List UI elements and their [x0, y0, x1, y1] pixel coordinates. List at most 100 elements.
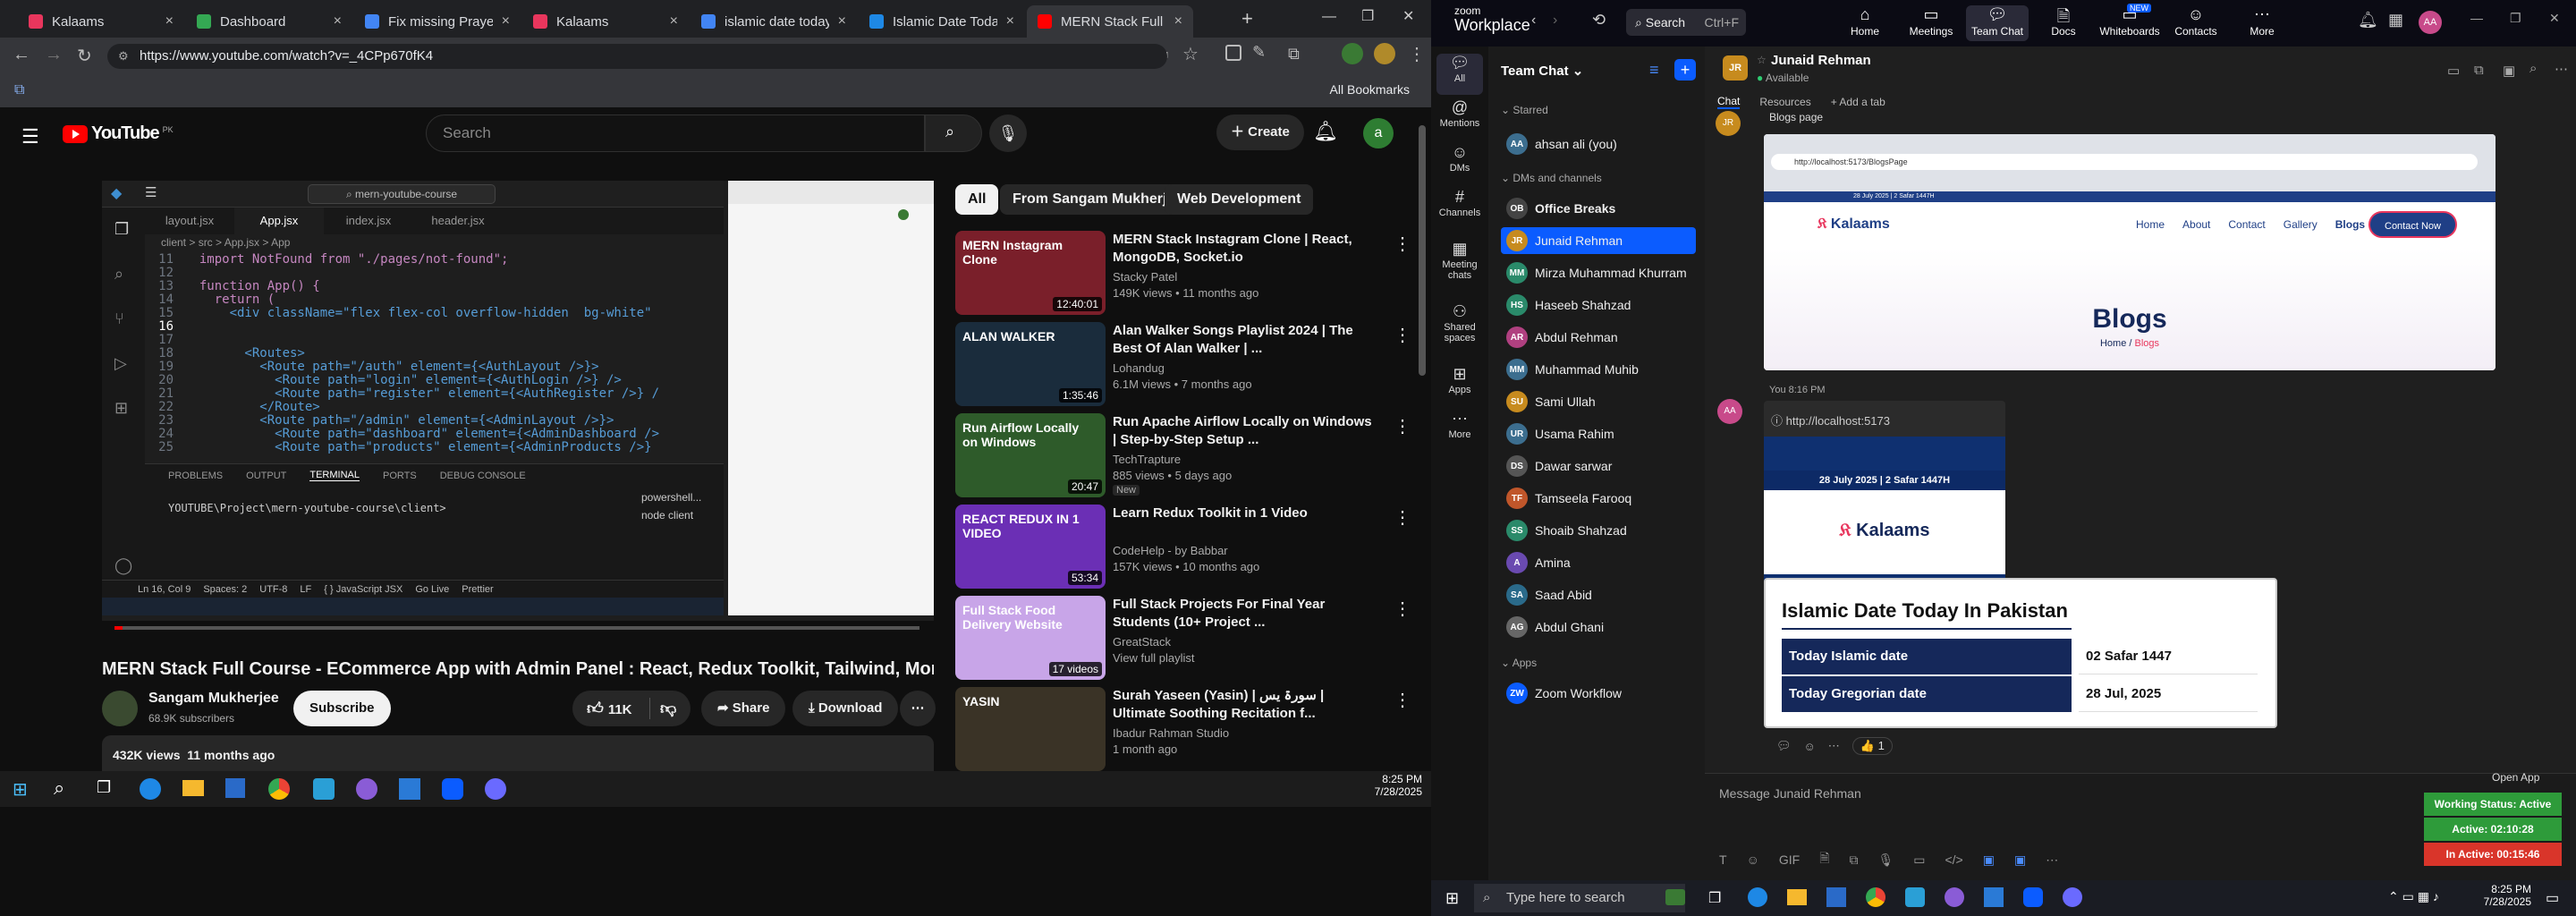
github-icon[interactable] — [356, 778, 377, 800]
chat-item[interactable]: AG Abdul Ghani — [1501, 614, 1696, 640]
description-box[interactable]: 432K views 11 months ago — [102, 735, 934, 771]
progress-track[interactable] — [114, 626, 919, 630]
panel-tab[interactable]: PORTS — [383, 471, 417, 481]
create-button[interactable]: ＋ Create — [1216, 114, 1304, 150]
mic-icon[interactable]: 🎙 — [1877, 852, 1894, 868]
app-icon[interactable] — [313, 778, 335, 800]
more-icon[interactable]: ⋮ — [1394, 506, 1411, 529]
tab-close-icon[interactable]: × — [1006, 13, 1014, 30]
status-item[interactable]: Ln 16, Col 9 — [138, 584, 191, 595]
channel-name[interactable]: Sangam Mukherjee — [148, 691, 279, 707]
screenshot-icon[interactable]: ⧉ — [1849, 852, 1858, 868]
emoji-icon[interactable]: ☺ — [1804, 740, 1816, 753]
editor-tab[interactable]: index.jsx — [324, 208, 413, 234]
tab-close-icon[interactable]: × — [1174, 13, 1182, 30]
chat-item[interactable]: ZW Zoom Workflow — [1501, 680, 1696, 707]
section-apps[interactable]: ⌄ Apps — [1501, 657, 1537, 669]
extensions-icon[interactable]: ⊞ — [114, 399, 128, 418]
zoom-icon[interactable] — [2023, 887, 2043, 907]
video-thumbnail[interactable]: MERN Instagram Clone 12:40:01 — [955, 231, 1106, 315]
vscode-search[interactable]: ⌕ mern-youtube-course — [308, 184, 496, 204]
share-button[interactable]: ➦ Share — [701, 691, 786, 726]
store-icon[interactable] — [225, 778, 245, 798]
forward-icon[interactable]: › — [1553, 13, 1557, 29]
search-icon[interactable]: ⌕ — [2529, 61, 2537, 76]
chrome-tab[interactable]: Kalaams × — [522, 5, 689, 38]
video-player[interactable]: ◆ ☰ ⌕ mern-youtube-course ❐ ⌕ ⑂ ▷ ⊞ ◯ ⚙ … — [102, 181, 934, 648]
more-icon[interactable]: ⋮ — [1408, 43, 1426, 65]
pen-icon[interactable]: ✎ — [1252, 43, 1266, 62]
forward-icon[interactable]: → — [45, 45, 63, 65]
islamic-date-card[interactable]: Islamic Date Today In Pakistan Today Isl… — [1764, 578, 2277, 728]
status-item[interactable]: Spaces: 2 — [203, 584, 247, 595]
vscode-icon[interactable] — [1984, 887, 2004, 907]
reload-icon[interactable]: ↻ — [77, 45, 92, 67]
more-icon[interactable]: ⋯ — [2046, 852, 2058, 868]
weather-icon[interactable] — [1665, 889, 1685, 905]
player-controls[interactable] — [102, 621, 934, 648]
tab-close-icon[interactable]: × — [670, 13, 678, 30]
reply-icon[interactable]: 💬︎ — [1776, 739, 1792, 753]
windows-start-icon[interactable]: ⊞ — [13, 778, 28, 801]
video-thumbnail[interactable]: Run Airflow Locally on Windows 20:47 — [955, 413, 1106, 497]
reaction-chip[interactable]: 👍 1 — [1852, 737, 1893, 755]
maximize-button[interactable]: ❐ — [1361, 7, 1374, 25]
panel-tab[interactable]: DEBUG CONSOLE — [440, 471, 526, 481]
recommendation-item[interactable]: ALAN WALKER 1:35:46 Alan Walker Songs Play… — [955, 322, 1429, 406]
terminal-instance[interactable]: node client — [641, 509, 724, 527]
new-chat-button[interactable]: + — [1674, 59, 1696, 81]
editor-tab[interactable]: header.jsx — [413, 208, 503, 234]
rail-dms[interactable]: ☺ DMs — [1431, 143, 1488, 174]
status-item[interactable]: Go Live — [415, 584, 449, 595]
all-bookmarks[interactable]: All Bookmarks — [1330, 82, 1410, 97]
avatar[interactable]: AA — [2419, 11, 2442, 34]
avatar[interactable]: a — [1363, 118, 1394, 148]
chat-item[interactable]: AA ahsan ali (you) — [1501, 131, 1696, 157]
page-scrollbar[interactable] — [1419, 125, 1426, 376]
calendar-icon[interactable]: ▦ — [2388, 11, 2403, 30]
recommendation-item[interactable]: REACT REDUX IN 1 VIDEO 53:34 Learn Redux T… — [955, 505, 1429, 589]
chrome-tab[interactable]: islamic date today ne × — [691, 5, 857, 38]
notification-icon[interactable]: ▭ — [2546, 889, 2559, 907]
zoom-icon[interactable] — [442, 778, 463, 800]
chrome-tab[interactable]: Islamic Date Today - I × — [859, 5, 1025, 38]
section-starred[interactable]: ⌄ Starred — [1501, 104, 1548, 116]
terminal-instance[interactable]: powershell... — [641, 491, 724, 509]
bell-icon[interactable]: 🔔︎ — [2358, 11, 2378, 30]
tab-close-icon[interactable]: × — [502, 13, 510, 30]
status-item[interactable]: Prettier — [462, 584, 493, 595]
conversation-tab[interactable]: Resources — [1759, 96, 1810, 108]
more-actions-button[interactable]: ⋯ — [900, 691, 936, 726]
windows-start-icon[interactable]: ⊞ — [1445, 889, 1459, 908]
chat-item[interactable]: MM Mirza Muhammad Khurram — [1501, 259, 1696, 286]
search-icon[interactable]: ⌕ — [114, 265, 123, 284]
maximize-button[interactable]: ❐ — [2510, 11, 2521, 26]
recommendation-item[interactable]: YASIN Surah Yaseen (Yasin) | سورۃ یس | Ul… — [955, 687, 1429, 771]
voice-search-icon[interactable]: 🎙 — [989, 114, 1027, 152]
open-app-link[interactable]: Open App — [2492, 771, 2539, 784]
chat-item[interactable]: DS Dawar sarwar — [1501, 453, 1696, 479]
explorer-icon[interactable]: ❐ — [114, 220, 129, 239]
address-bar[interactable]: ⚙ https://www.youtube.com/watch?v=_4CPp6… — [107, 44, 1167, 69]
source-control-icon[interactable]: ⑂ — [114, 310, 124, 328]
taskbar-search[interactable]: ⌕ Type here to search — [1474, 884, 1685, 912]
chat-item[interactable]: HS Haseeb Shahzad — [1501, 292, 1696, 318]
youtube-logo[interactable]: YouTube PK — [63, 123, 174, 144]
nav-home[interactable]: ⌂ Home — [1834, 5, 1896, 38]
code-editor[interactable]: 11 import NotFound from "./pages/not-fou… — [145, 252, 724, 458]
account-icon[interactable]: ◯ — [114, 556, 132, 575]
menu-icon[interactable]: ☰ — [145, 184, 157, 200]
vscode-icon[interactable] — [399, 778, 420, 800]
rail-channels[interactable]: # Channels — [1431, 188, 1488, 218]
link-preview[interactable]: ⓘ http://localhost:5173 — [1771, 411, 1890, 428]
apps-icon[interactable]: ⧉ — [14, 82, 24, 98]
recommendation-item[interactable]: Full Stack Food Delivery Website 17 video… — [955, 596, 1429, 680]
chat-item[interactable]: TF Tamseela Farooq — [1501, 485, 1696, 512]
video-thumbnail[interactable]: YASIN — [955, 687, 1106, 771]
recommendation-item[interactable]: Run Airflow Locally on Windows 20:47 Run A… — [955, 413, 1429, 497]
download-button[interactable]: ⤓ Download — [792, 691, 899, 726]
app-icon-2[interactable]: ▣ — [2014, 852, 2026, 868]
chat-item[interactable]: SS Shoaib Shahzad — [1501, 517, 1696, 544]
nav-docs[interactable]: 🗎 Docs — [2032, 5, 2095, 38]
video-thumbnail[interactable]: ALAN WALKER 1:35:46 — [955, 322, 1106, 406]
